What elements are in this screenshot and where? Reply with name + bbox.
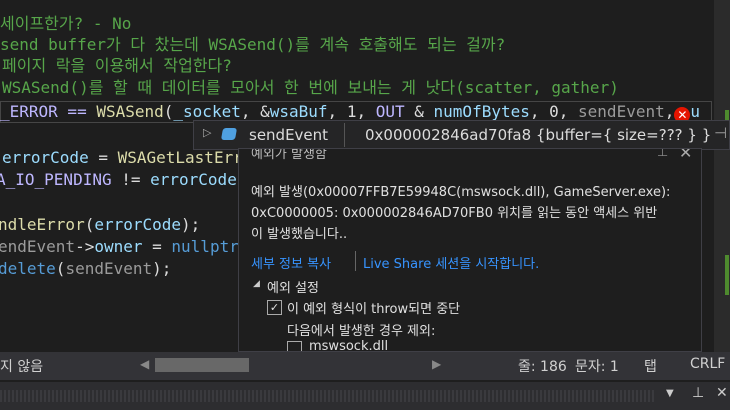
comment-line: 세이프한가? - No <box>0 14 132 33</box>
divider <box>344 123 345 147</box>
collapse-triangle-icon[interactable]: ◢ <box>253 279 260 289</box>
status-eol[interactable]: CRLF <box>690 356 725 372</box>
code-line: errorCode = WSAGetLastErr <box>2 148 243 167</box>
datatip-value: 0x000002846ad70fa8 {buffer={ size=??? } … <box>365 126 712 144</box>
comment-line: 페이지 락을 이용해서 작업한다? <box>2 56 232 75</box>
break-when-thrown-label: 이 예외 형식이 throw되면 중단 <box>287 302 461 317</box>
pin-icon[interactable]: ⊥ <box>657 149 668 160</box>
status-tab[interactable]: 탭 <box>644 356 657 376</box>
module-checkbox[interactable] <box>287 341 302 351</box>
status-line[interactable]: 줄: 186 <box>518 356 567 376</box>
scroll-left-icon[interactable]: ◀ <box>140 357 149 371</box>
except-when-label: 다음에서 발생한 경우 제외: <box>287 324 436 339</box>
comment-line: send buffer가 다 찼는데 WSASend()를 계속 호출해도 되는… <box>0 35 506 54</box>
dropdown-icon[interactable]: ▼ <box>666 388 674 399</box>
divider <box>355 251 356 271</box>
exception-title: 예외가 발생함 <box>251 148 327 162</box>
status-column[interactable]: 문자: 1 <box>575 356 619 376</box>
break-checkbox[interactable]: ✓ <box>267 300 282 315</box>
exception-settings-header[interactable]: 예외 설정 <box>267 277 319 296</box>
panel-grip[interactable] <box>0 390 655 402</box>
code-line: A_IO_PENDING != errorCode <box>0 170 237 189</box>
code-line: ndleError(errorCode); <box>0 215 201 234</box>
bottom-panel-header: ▼ ⊥ ✕ <box>0 382 730 410</box>
copy-details-link[interactable]: 세부 정보 복사 <box>251 253 331 272</box>
code-line: delete(sendEvent); <box>0 259 172 278</box>
exception-message: 0xC0000005: 0x000002846AD70FB0 위치를 읽는 동안… <box>251 206 658 221</box>
close-icon[interactable]: ✕ <box>679 149 692 162</box>
editor-status-bar: 지 않음 ◀ ▶ 줄: 186 문자: 1 탭 CRLF <box>0 352 730 380</box>
pin-icon[interactable]: ⊥ <box>692 385 704 401</box>
module-label: mswsock.dll <box>309 339 389 352</box>
close-icon[interactable]: ✕ <box>716 385 728 401</box>
datatip: ▷ sendEvent 0x000002846ad70fa8 {buffer={… <box>193 120 730 150</box>
change-marker <box>725 255 729 295</box>
horizontal-scrollbar-thumb[interactable] <box>155 358 249 372</box>
exception-popup: 예외가 발생함 ⊥ ✕ 예외 발생(0x00007FFB7E59948C(msw… <box>238 148 702 352</box>
scroll-right-icon[interactable]: ▶ <box>432 357 441 371</box>
expand-arrow-icon[interactable]: ▷ <box>203 126 211 139</box>
comment-line: WSASend()를 할 때 데이터를 모아서 한 번에 보내는 게 낫다(sc… <box>2 78 619 97</box>
status-issues[interactable]: 지 않음 <box>0 356 43 376</box>
exception-message: 예외 발생(0x00007FFB7E59948C(mswsock.dll), G… <box>251 185 671 200</box>
vertical-scrollbar[interactable] <box>714 0 730 352</box>
exception-message: 이 발생했습니다.. <box>251 227 348 242</box>
live-share-link[interactable]: Live Share 세션을 시작합니다. <box>363 253 539 272</box>
datatip-name: sendEvent <box>249 126 329 144</box>
pin-icon[interactable]: ⊣ <box>714 124 727 142</box>
code-line: endEvent->owner = nullptr <box>0 237 239 256</box>
object-icon <box>220 128 238 140</box>
